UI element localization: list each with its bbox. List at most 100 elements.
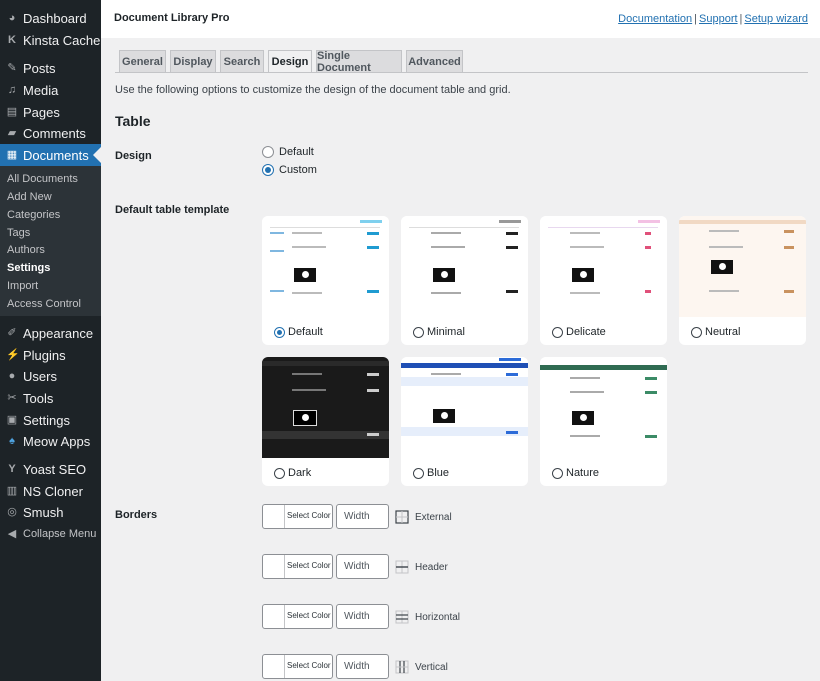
plugin-title: Document Library Pro (114, 12, 230, 24)
radio-circle-checked (262, 164, 274, 176)
tab-design[interactable]: Design (268, 50, 312, 73)
submenu-item-authors[interactable]: Authors (7, 244, 45, 256)
template-card-delicate[interactable]: Delicate (540, 216, 667, 345)
sidebar-item-ns-cloner[interactable]: ▥ NS Cloner (0, 480, 101, 502)
design-option-default[interactable]: Default (262, 146, 314, 158)
border-external-icon (395, 510, 409, 524)
vertical-border-width-input[interactable] (336, 654, 389, 679)
template-card-dark[interactable]: Dark (262, 357, 389, 486)
template-card-minimal[interactable]: Minimal (401, 216, 528, 345)
header-border-width-input[interactable] (336, 554, 389, 579)
sidebar-item-tools[interactable]: ✂ Tools (0, 387, 101, 409)
sidebar-item-documents[interactable]: ▦ Documents (0, 144, 101, 166)
template-card-nature[interactable]: Nature (540, 357, 667, 486)
pages-icon: ▤ (6, 106, 18, 118)
tab-divider (115, 72, 808, 73)
sidebar-item-appearance[interactable]: ✐ Appearance (0, 322, 101, 344)
radio-circle (691, 326, 702, 338)
sidebar-item-smush[interactable]: ◎ Smush (0, 501, 101, 523)
comment-icon: ▰ (7, 127, 17, 139)
collapse-menu-button[interactable]: ◀ Collapse Menu (0, 523, 101, 545)
sidebar-item-posts[interactable]: ✎ Posts (0, 57, 101, 79)
submenu-item-tags[interactable]: Tags (7, 227, 30, 239)
tab-display[interactable]: Display (170, 50, 216, 72)
radio-circle-checked (274, 326, 285, 338)
support-link[interactable]: Support (699, 13, 738, 25)
template-label: Default table template (115, 204, 230, 216)
external-border-width-input[interactable] (336, 504, 389, 529)
header-links: Documentation | Support | Setup wizard (618, 13, 808, 25)
brush-icon: ✐ (7, 327, 17, 339)
settings-icon: ▣ (6, 414, 18, 426)
sidebar-item-settings[interactable]: ▣ Settings (0, 409, 101, 431)
kinsta-icon: K (8, 34, 16, 46)
tab-general[interactable]: General (119, 50, 166, 72)
sidebar-item-kinsta-cache[interactable]: K Kinsta Cache (0, 29, 101, 51)
submenu-item-import[interactable]: Import (7, 280, 38, 292)
sidebar-item-pages[interactable]: ▤ Pages (0, 101, 101, 123)
radio-circle (552, 326, 563, 338)
sidebar-item-plugins[interactable]: ⚡ Plugins (0, 344, 101, 366)
setup-wizard-link[interactable]: Setup wizard (744, 13, 808, 25)
smush-icon: ◎ (7, 506, 17, 518)
submenu-item-add-new[interactable]: Add New (7, 191, 52, 203)
external-border-label: External (415, 512, 452, 523)
design-option-custom[interactable]: Custom (262, 164, 317, 176)
template-card-default[interactable]: Default (262, 216, 389, 345)
submenu-item-access-control[interactable]: Access Control (7, 298, 81, 310)
dashboard-icon: ◕ (8, 12, 16, 24)
header-border-label: Header (415, 562, 448, 573)
documentation-link[interactable]: Documentation (618, 13, 692, 25)
template-preview-nature (540, 357, 667, 458)
media-icon: ♫ (7, 84, 17, 96)
pin-icon: ✎ (7, 62, 17, 74)
borders-label: Borders (115, 509, 158, 521)
color-swatch (263, 505, 285, 528)
radio-circle (262, 146, 274, 158)
sidebar-item-meow-apps[interactable]: ♠ Meow Apps (0, 430, 101, 452)
sidebar-item-users[interactable]: ● Users (0, 365, 101, 387)
tab-advanced[interactable]: Advanced (406, 50, 463, 72)
radio-circle (552, 467, 563, 479)
sidebar-item-yoast-seo[interactable]: Y Yoast SEO (0, 458, 101, 480)
template-preview-minimal (401, 216, 528, 317)
tab-search[interactable]: Search (220, 50, 264, 72)
submenu-item-categories[interactable]: Categories (7, 209, 60, 221)
template-preview-neutral (679, 216, 806, 317)
template-preview-dark (262, 357, 389, 458)
template-card-blue[interactable]: Blue (401, 357, 528, 486)
meow-icon: ♠ (9, 435, 15, 447)
radio-circle (413, 467, 424, 479)
color-swatch (263, 655, 285, 678)
border-vertical-icon (395, 660, 409, 674)
submenu-item-all-documents[interactable]: All Documents (7, 173, 78, 185)
border-header-icon (395, 560, 409, 574)
yoast-icon: Y (8, 463, 16, 475)
vertical-border-color-button[interactable]: Select Color (262, 654, 333, 679)
admin-sidebar: ◕ Dashboard K Kinsta Cache ✎ Posts ♫ Media ▤… (0, 0, 101, 681)
submenu-item-settings[interactable]: Settings (7, 262, 50, 274)
header-border-color-button[interactable]: Select Color (262, 554, 333, 579)
horizontal-border-label: Horizontal (415, 612, 461, 623)
collapse-icon: ◀ (7, 528, 17, 540)
design-label: Design (115, 150, 152, 162)
radio-circle (413, 326, 424, 338)
external-border-color-button[interactable]: Select Color (262, 504, 333, 529)
plugin-header: Document Library Pro Documentation | Suppo… (101, 0, 820, 38)
horizontal-border-width-input[interactable] (336, 604, 389, 629)
color-swatch (263, 605, 285, 628)
template-preview-default (262, 216, 389, 317)
sidebar-item-media[interactable]: ♫ Media (0, 79, 101, 101)
sidebar-item-comments[interactable]: ▰ Comments (0, 122, 101, 144)
section-title: Table (115, 113, 151, 129)
border-horizontal-icon (395, 610, 409, 624)
color-swatch (263, 555, 285, 578)
tab-single-document[interactable]: Single Document (316, 50, 402, 74)
cloner-icon: ▥ (6, 485, 18, 497)
wrench-icon: ✂ (7, 392, 17, 404)
sidebar-item-dashboard[interactable]: ◕ Dashboard (0, 7, 101, 29)
horizontal-border-color-button[interactable]: Select Color (262, 604, 333, 629)
plugin-icon: ⚡ (6, 349, 20, 361)
template-preview-delicate (540, 216, 667, 317)
template-card-neutral[interactable]: Neutral (679, 216, 806, 345)
